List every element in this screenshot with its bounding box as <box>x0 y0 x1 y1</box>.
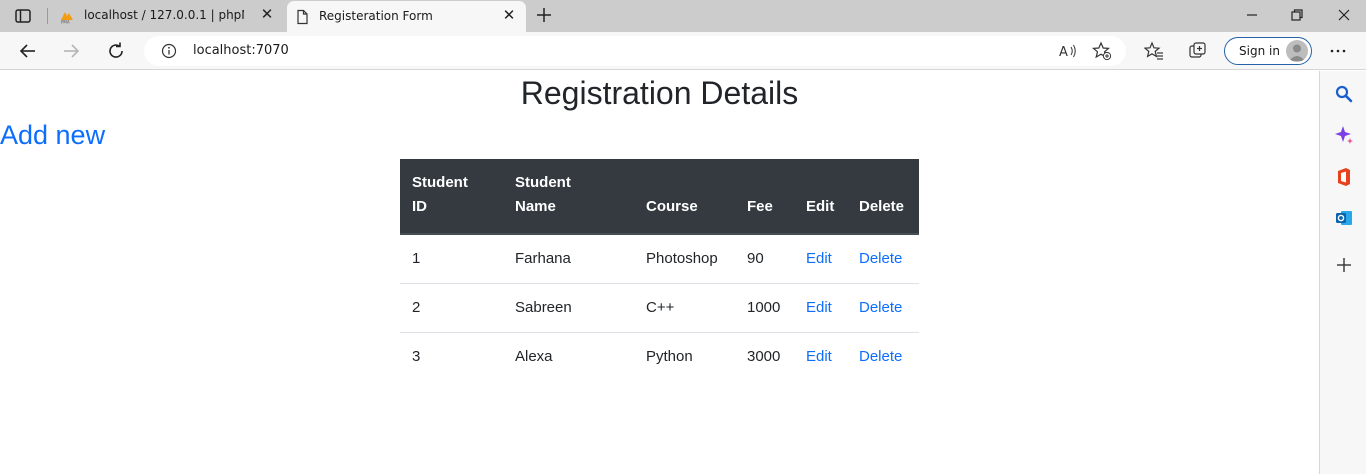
tab-title: Registeration Form <box>319 9 433 23</box>
minimize-icon[interactable] <box>1245 8 1259 22</box>
header-course: Course <box>634 159 735 235</box>
svg-text:PMA: PMA <box>61 20 70 25</box>
delete-link[interactable]: Delete <box>859 348 902 365</box>
close-tab-icon[interactable]: ✕ <box>502 8 516 23</box>
forward-icon[interactable] <box>61 41 81 61</box>
cell-student-name: Alexa <box>515 348 553 366</box>
page-content: Registration Details Add new Student ID S… <box>0 71 1319 474</box>
add-new-link[interactable]: Add new <box>0 120 105 151</box>
sign-in-label: Sign in <box>1239 44 1280 58</box>
sign-in-button[interactable]: Sign in <box>1224 37 1312 65</box>
back-icon[interactable] <box>18 41 38 61</box>
close-tab-icon[interactable]: ✕ <box>260 7 274 22</box>
tab-title: localhost / 127.0.0.1 | phpMyAdmin <box>84 8 244 22</box>
collections-icon[interactable] <box>1188 41 1208 61</box>
outlook-icon[interactable] <box>1334 208 1354 228</box>
cell-delete: Delete <box>847 283 919 333</box>
copilot-icon[interactable] <box>1334 125 1354 145</box>
cell-student-id: 2 <box>400 283 503 333</box>
cell-edit: Edit <box>794 332 847 381</box>
svg-text:A: A <box>1059 45 1068 60</box>
restore-icon[interactable] <box>1290 8 1304 22</box>
read-aloud-icon[interactable]: A <box>1058 41 1078 61</box>
edge-sidebar <box>1319 71 1366 474</box>
favorites-icon[interactable] <box>1144 41 1164 61</box>
cell-course: Photoshop <box>634 234 735 284</box>
close-window-icon[interactable] <box>1337 8 1351 22</box>
search-icon[interactable] <box>1334 84 1354 104</box>
delete-link[interactable]: Delete <box>859 299 902 316</box>
add-favorite-icon[interactable] <box>1092 41 1112 61</box>
cell-course: Python <box>646 348 693 366</box>
browser-toolbar: localhost:7070 A Sign in <box>0 32 1366 70</box>
page-icon <box>297 9 308 25</box>
cell-student-id: 1 <box>400 234 503 284</box>
page-title: Registration Details <box>520 75 799 111</box>
cell-edit: Edit <box>794 283 847 333</box>
delete-link[interactable]: Delete <box>859 250 902 267</box>
cell-student-name: Sabreen <box>503 283 634 333</box>
header-student-id: Student ID <box>400 159 503 235</box>
edit-link[interactable]: Edit <box>806 348 832 365</box>
cell-edit: Edit <box>794 234 847 284</box>
url-text: localhost:7070 <box>193 43 289 58</box>
more-options-icon[interactable] <box>1328 41 1348 61</box>
address-bar[interactable]: localhost:7070 A <box>144 36 1126 66</box>
cell-student-id: 3 <box>412 348 421 366</box>
table-row: 1 Farhana Photoshop 90 Edit Delete <box>400 234 919 284</box>
new-tab-icon[interactable] <box>535 6 553 24</box>
refresh-icon[interactable] <box>106 41 126 61</box>
header-fee: Fee <box>735 159 794 235</box>
cell-delete: Delete <box>847 234 919 284</box>
header-student-name: Student Name <box>503 159 634 235</box>
tab-actions-icon[interactable] <box>14 7 32 25</box>
office-icon[interactable] <box>1334 167 1354 187</box>
table-row: 3 Alexa Python 3000 Edit Delete <box>400 332 919 381</box>
edit-link[interactable]: Edit <box>806 299 832 316</box>
phpmyadmin-icon: PMA <box>61 12 73 25</box>
add-sidebar-app-icon[interactable] <box>1334 255 1354 275</box>
avatar <box>1286 40 1308 62</box>
registration-table: Student ID Student Name Course Fee Edit De… <box>400 159 919 381</box>
site-info-icon[interactable] <box>161 43 177 59</box>
edit-link[interactable]: Edit <box>806 250 832 267</box>
cell-fee: 1000 <box>735 283 794 333</box>
tab-registration-form[interactable]: Registeration Form ✕ <box>287 1 526 32</box>
cell-fee: 90 <box>735 234 794 284</box>
table-header-row: Student ID Student Name Course Fee Edit De… <box>400 159 919 235</box>
tab-strip: PMA localhost / 127.0.0.1 | phpMyAdmin ✕… <box>0 0 1366 32</box>
cell-fee: 3000 <box>747 348 781 366</box>
cell-delete: Delete <box>847 332 919 381</box>
cell-student-name: Farhana <box>503 234 634 284</box>
cell-course: C++ <box>634 283 735 333</box>
tab-phpmyadmin[interactable]: PMA localhost / 127.0.0.1 | phpMyAdmin ✕ <box>52 0 284 32</box>
header-delete: Delete <box>847 159 919 235</box>
header-edit: Edit <box>794 159 847 235</box>
tab-separator <box>47 8 48 24</box>
table-row: 2 Sabreen C++ 1000 Edit Delete <box>400 283 919 333</box>
